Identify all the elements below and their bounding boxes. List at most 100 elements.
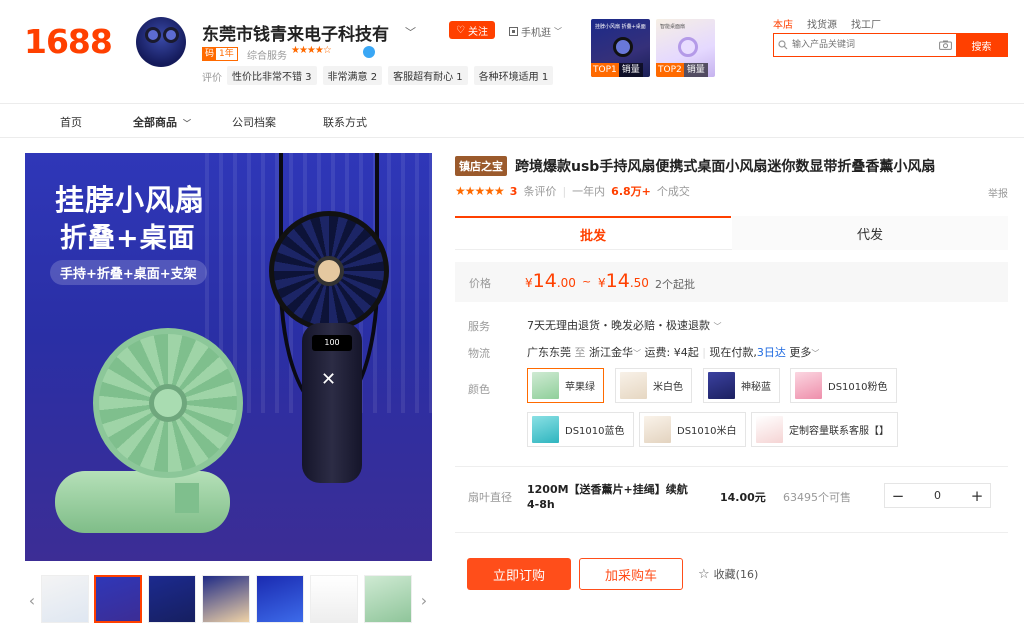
color-swatch bbox=[532, 416, 559, 443]
chevron-down-icon: ﹀ bbox=[183, 119, 191, 128]
top-seller-item-2[interactable]: 智能桌面扇 TOP2 销量 bbox=[656, 19, 715, 77]
neck-fan-body: 100 ✕ bbox=[302, 323, 362, 483]
eval-label: 评价 bbox=[202, 73, 222, 84]
mobile-shop-label: 手机逛 bbox=[521, 28, 551, 39]
chevron-down-icon: ﹀ bbox=[554, 27, 562, 36]
camera-icon[interactable] bbox=[934, 34, 956, 56]
thumbnail[interactable] bbox=[94, 575, 142, 623]
ship-from: 广东东莞 bbox=[527, 346, 571, 359]
eval-tag[interactable]: 性价比非常不错 3 bbox=[227, 66, 317, 85]
color-swatch bbox=[708, 372, 735, 399]
chevron-down-icon: ﹀ bbox=[633, 349, 641, 358]
increment-button[interactable]: + bbox=[964, 487, 990, 505]
search-input[interactable] bbox=[792, 34, 934, 56]
color-option[interactable]: 苹果绿 bbox=[527, 368, 604, 403]
review-stars: ★★★★★ bbox=[455, 184, 505, 198]
purchase-tabs: 批发 代发 bbox=[455, 216, 1008, 250]
thumbnail[interactable] bbox=[256, 575, 304, 623]
color-option[interactable]: 定制容量联系客服【】 bbox=[751, 412, 898, 447]
order-now-button[interactable]: 立即订购 bbox=[467, 558, 571, 590]
quantity-input[interactable]: 0 bbox=[911, 489, 964, 502]
thumbnail[interactable] bbox=[148, 575, 196, 623]
top-badge: TOP1 销量 bbox=[591, 63, 643, 77]
rating-label: 综合服务 bbox=[247, 51, 287, 62]
chevron-down-icon: ﹀ bbox=[713, 322, 722, 331]
tab-wholesale[interactable]: 批发 bbox=[455, 216, 731, 250]
review-count[interactable]: 3 bbox=[510, 185, 518, 198]
logo[interactable]: 1688 bbox=[24, 22, 113, 61]
spec-label: 扇叶直径 bbox=[468, 491, 512, 504]
fan-icon bbox=[163, 27, 179, 43]
review-summary: ★★★★★ 3 条评价 | 一年内 6.8万+ 个成交 bbox=[455, 183, 690, 199]
chevron-left-icon[interactable]: ‹ bbox=[25, 585, 39, 615]
decrement-button[interactable]: − bbox=[885, 487, 911, 505]
color-swatch bbox=[620, 372, 647, 399]
thumbnail[interactable] bbox=[202, 575, 250, 623]
sales-value: 6.8万+ bbox=[611, 185, 651, 198]
green-fan-head bbox=[93, 328, 243, 478]
nav-company-profile[interactable]: 公司档案 bbox=[232, 114, 276, 130]
service-value[interactable]: 7天无理由退货・晚发必赔・极速退款 ﹀ bbox=[527, 317, 722, 333]
product-title: 跨境爆款usb手持风扇便携式桌面小风扇迷你数显带折叠香薰小风扇 bbox=[515, 159, 936, 175]
favorite-button[interactable]: ☆ 收藏(16) bbox=[698, 566, 758, 582]
follow-label: 关注 bbox=[467, 26, 488, 38]
delivery-days: 3日达 bbox=[756, 346, 786, 359]
spec-price: 14.00元 bbox=[720, 491, 766, 504]
hero-headline: 挂脖小风扇 bbox=[55, 183, 206, 217]
eval-tag[interactable]: 非常满意 2 bbox=[322, 66, 383, 85]
hero-feature-tag: 手持+折叠+桌面+支架 bbox=[50, 260, 207, 285]
heart-icon: ♡ bbox=[456, 24, 465, 36]
nav-home[interactable]: 首页 bbox=[60, 114, 82, 130]
follow-button[interactable]: ♡ 关注 bbox=[449, 21, 495, 39]
mobile-shop-link[interactable]: 手机逛 ﹀ bbox=[509, 24, 562, 39]
color-option[interactable]: 米白色 bbox=[615, 368, 692, 403]
thumbnail[interactable] bbox=[41, 575, 89, 623]
price-high: ¥14.50 bbox=[598, 270, 649, 292]
price-label: 价格 bbox=[469, 277, 491, 290]
top-seller-item-1[interactable]: 挂脖小风扇 折叠+桌面 TOP1 销量 bbox=[591, 19, 650, 77]
spec-name: 1200M【送香薰片+挂绳】续航4-8h bbox=[527, 483, 688, 511]
color-label: 颜色 bbox=[468, 383, 490, 396]
main-product-image[interactable]: 100 ✕ 挂脖小风扇 折叠+桌面 手持+折叠+桌面+支架 bbox=[25, 153, 432, 561]
price-separator: ~ bbox=[582, 275, 592, 288]
search-tab-factory[interactable]: 找工厂 bbox=[851, 16, 881, 31]
search-icon bbox=[774, 34, 792, 56]
sales-suffix: 个成交 bbox=[656, 185, 690, 198]
search-tab-source[interactable]: 找货源 bbox=[807, 16, 837, 31]
tab-dropship[interactable]: 代发 bbox=[732, 216, 1008, 250]
logistics-more[interactable]: 更多﹀ bbox=[789, 346, 819, 359]
verified-shield-icon bbox=[363, 46, 375, 58]
chevron-down-icon[interactable]: ﹀ bbox=[405, 24, 416, 40]
add-to-cart-button[interactable]: 加采购车 bbox=[579, 558, 683, 590]
service-label: 服务 bbox=[468, 320, 490, 333]
search-tab-shop[interactable]: 本店 bbox=[773, 16, 793, 31]
shop-name[interactable]: 东莞市钱青来电子科技有 bbox=[202, 20, 389, 45]
delivery-note: 现在付款, bbox=[709, 346, 757, 359]
color-swatch bbox=[795, 372, 822, 399]
eval-tag[interactable]: 客服超有耐心 1 bbox=[388, 66, 468, 85]
price-low: ¥14.00 bbox=[525, 270, 576, 292]
search-scope-tabs: 本店 找货源 找工厂 bbox=[773, 16, 881, 31]
color-option[interactable]: DS1010米白 bbox=[639, 412, 746, 447]
fan-icon bbox=[613, 37, 633, 57]
chevron-right-icon[interactable]: › bbox=[417, 585, 431, 615]
color-option[interactable]: DS1010蓝色 bbox=[527, 412, 634, 447]
color-option[interactable]: 神秘蓝 bbox=[703, 368, 780, 403]
nav-all-products[interactable]: 全部商品 ﹀ bbox=[133, 114, 191, 130]
eval-tags: 性价比非常不错 3 非常满意 2 客服超有耐心 1 各种环境适用 1 bbox=[227, 66, 554, 85]
star-icon: ☆ bbox=[698, 566, 710, 582]
shop-avatar[interactable] bbox=[136, 17, 186, 67]
report-link[interactable]: 举报 bbox=[988, 185, 1008, 200]
fan-icon bbox=[145, 27, 161, 43]
thumbnail[interactable] bbox=[310, 575, 358, 623]
quantity-stepper: − 0 + bbox=[884, 483, 991, 508]
eval-tag[interactable]: 各种环境适用 1 bbox=[473, 66, 554, 85]
search-button[interactable]: 搜索 bbox=[956, 34, 1007, 56]
shop-nav: 首页 全部商品 ﹀ 公司档案 联系方式 bbox=[0, 103, 1024, 138]
thumbnail[interactable] bbox=[364, 575, 412, 623]
color-option[interactable]: DS1010粉色 bbox=[790, 368, 897, 403]
hero-subheadline: 折叠+桌面 bbox=[60, 223, 196, 254]
review-label[interactable]: 条评价 bbox=[523, 183, 556, 199]
ship-to-selector[interactable]: 浙江金华﹀ bbox=[589, 346, 641, 359]
nav-contact[interactable]: 联系方式 bbox=[323, 114, 367, 130]
